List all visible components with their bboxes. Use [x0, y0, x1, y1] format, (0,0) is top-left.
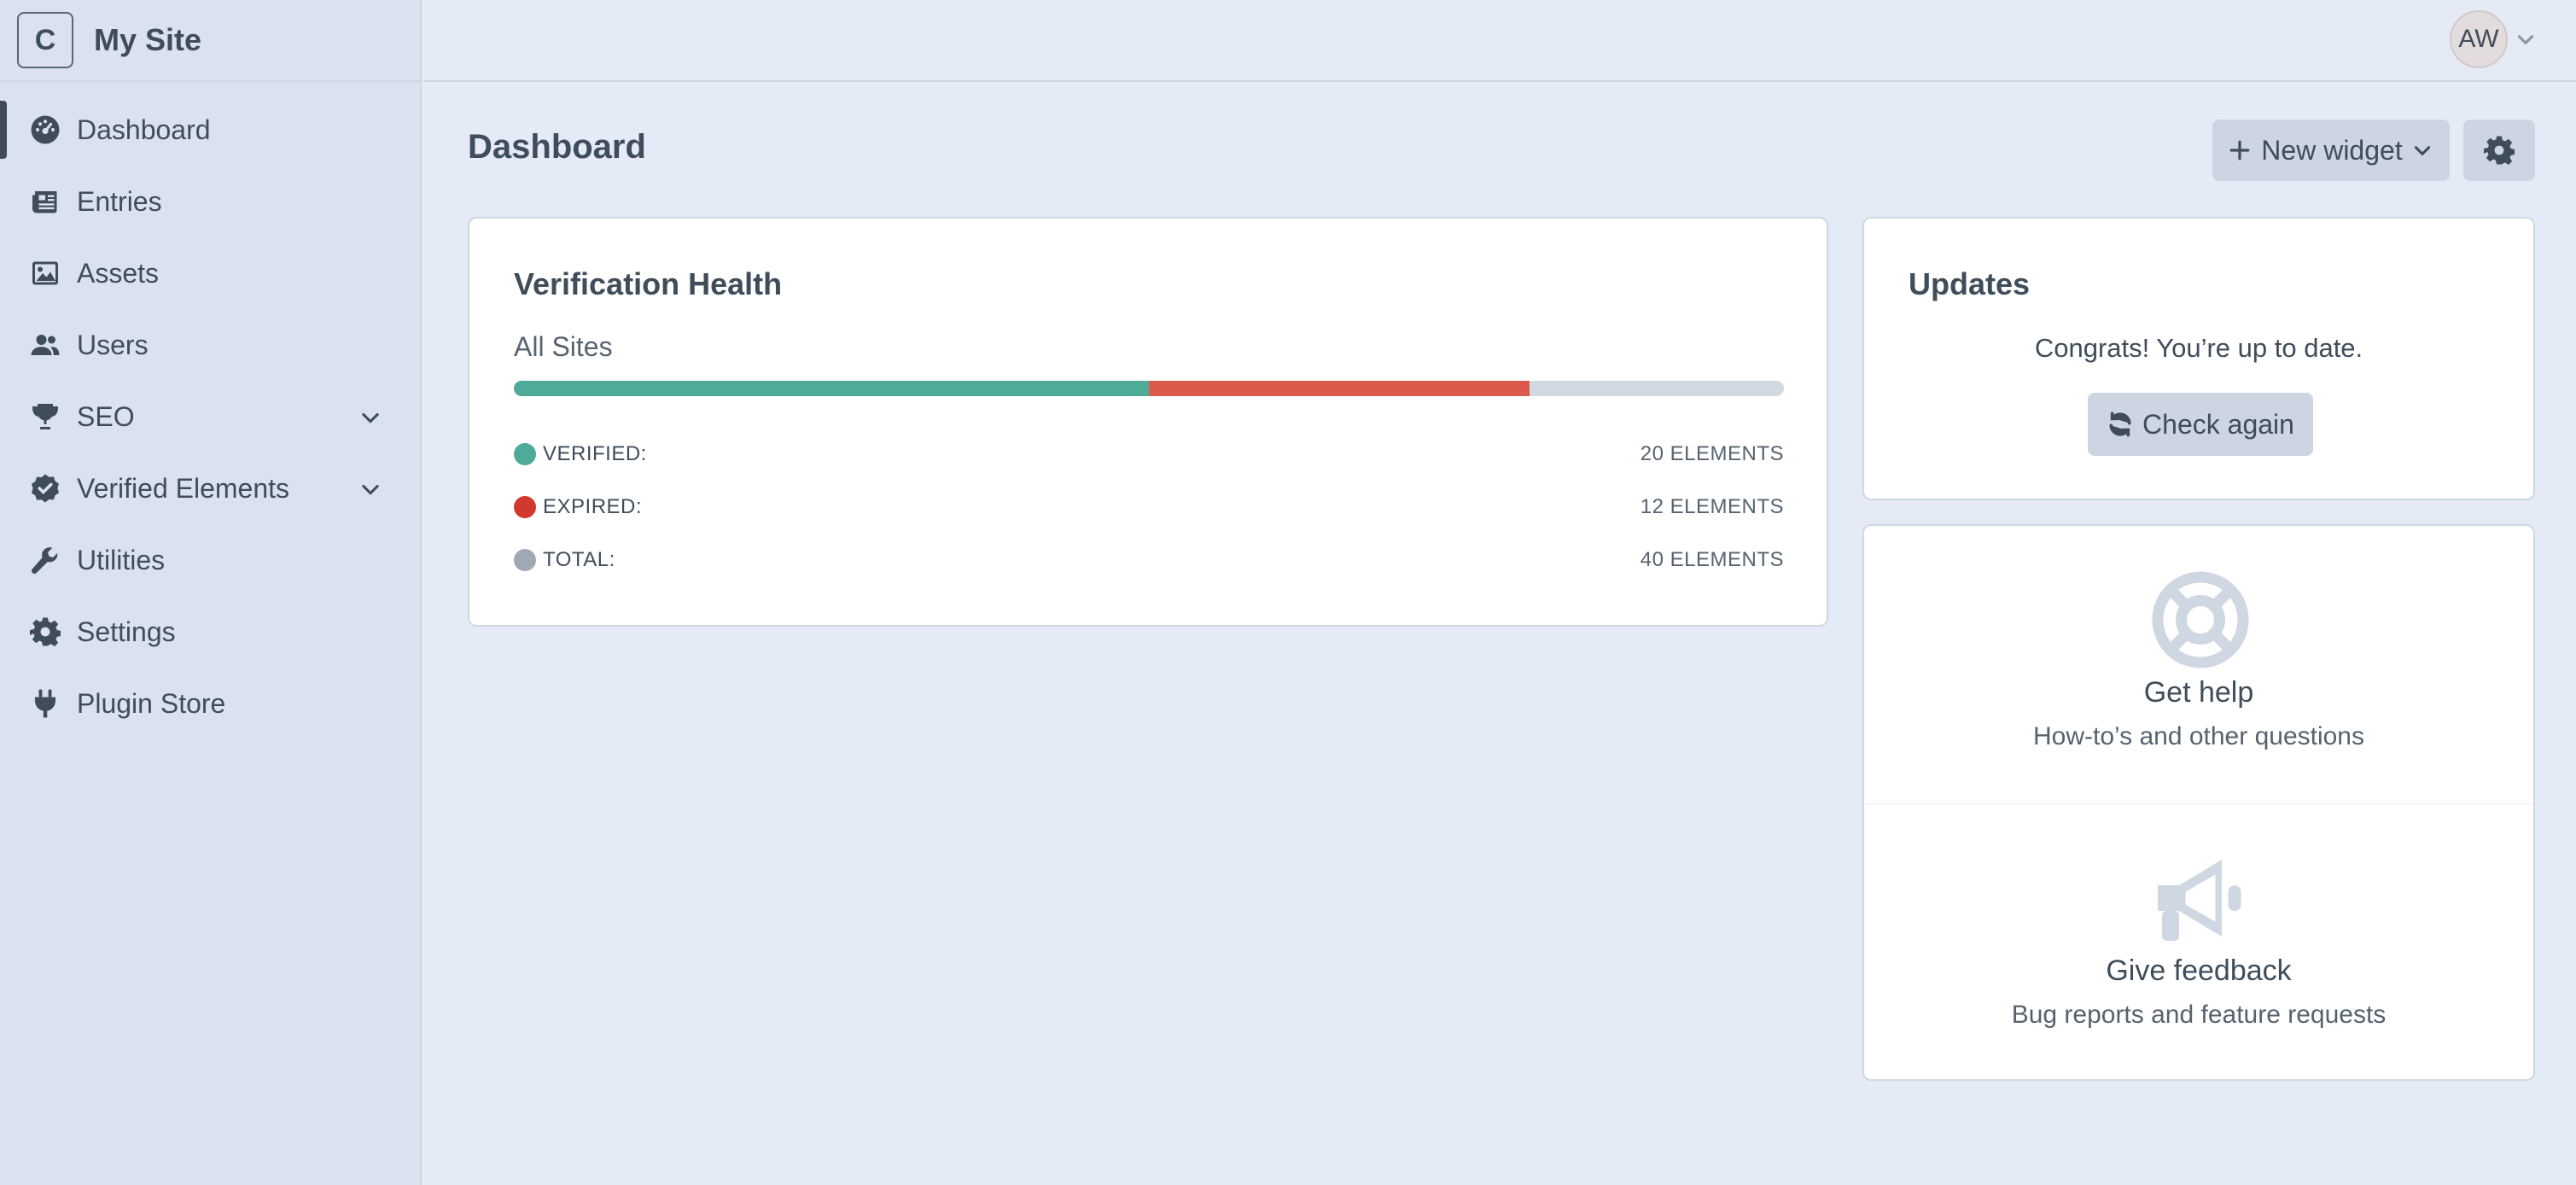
- sidebar-item-label: Settings: [77, 616, 176, 647]
- sidebar-item-label: Utilities: [77, 544, 166, 575]
- dashboard-gauge-icon: [29, 114, 61, 146]
- megaphone-icon: [2158, 860, 2241, 941]
- sidebar-item-label: Assets: [77, 257, 160, 289]
- sidebar-item-label: SEO: [77, 400, 135, 432]
- sidebar: C My Site Dashboard Entries Assets Users…: [0, 0, 422, 1185]
- site-header: C My Site: [0, 0, 420, 82]
- sidebar-item-dashboard[interactable]: Dashboard: [0, 94, 420, 166]
- stat-value: 20 ELEMENTS: [1640, 442, 1784, 465]
- newspaper-icon: [29, 185, 61, 218]
- page-title: Dashboard: [468, 128, 646, 166]
- progress-segment-expired: [1149, 381, 1530, 396]
- image-icon: [29, 257, 61, 289]
- stat-row-total: TOTAL: 40 ELEMENTS: [514, 543, 1784, 577]
- check-again-label: Check again: [2142, 408, 2294, 440]
- users-icon: [29, 329, 61, 361]
- get-help-description: How-to’s and other questions: [2032, 722, 2364, 750]
- top-bar: AW: [423, 0, 2576, 82]
- craft-support-widget: Get help How-to’s and other questions Gi…: [1862, 524, 2535, 1081]
- main-nav: Dashboard Entries Assets Users SEO Verif…: [0, 82, 420, 739]
- dashboard-settings-button[interactable]: [2463, 120, 2535, 181]
- progress-segment-verified: [514, 381, 1149, 396]
- trophy-icon: [29, 400, 61, 433]
- stat-row-verified: VERIFIED: 20 ELEMENTS: [514, 437, 1784, 471]
- give-feedback-description: Bug reports and feature requests: [2011, 1001, 2387, 1029]
- sidebar-item-label: Plugin Store: [77, 687, 226, 719]
- updates-message: Congrats! You’re up to date.: [2034, 333, 2363, 363]
- status-dot-verified: [514, 443, 536, 465]
- sidebar-item-utilities[interactable]: Utilities: [0, 524, 420, 596]
- stat-label: TOTAL:: [543, 548, 615, 571]
- wrench-icon: [29, 544, 61, 576]
- sidebar-item-plugin-store[interactable]: Plugin Store: [0, 668, 420, 739]
- check-again-button[interactable]: Check again: [2088, 393, 2313, 456]
- chevron-down-icon[interactable]: [358, 405, 382, 429]
- site-logo[interactable]: C: [17, 12, 73, 68]
- sidebar-item-entries[interactable]: Entries: [0, 166, 420, 237]
- new-widget-button[interactable]: New widget: [2212, 120, 2450, 181]
- sidebar-item-seo[interactable]: SEO: [0, 381, 420, 452]
- widget-title: Updates: [1909, 266, 2031, 301]
- widget-title: Verification Health: [514, 266, 783, 301]
- verification-progress-bar: [514, 381, 1784, 396]
- chevron-down-icon: [2414, 146, 2430, 156]
- check-circle-icon: [29, 472, 61, 505]
- chevron-down-icon[interactable]: [358, 476, 382, 500]
- widget-subtitle: All Sites: [514, 331, 613, 362]
- gear-icon: [2484, 136, 2515, 166]
- stat-row-expired: EXPIRED: 12 ELEMENTS: [514, 490, 1784, 524]
- plus-icon: [2229, 140, 2250, 161]
- plug-icon: [29, 687, 61, 720]
- stat-value: 12 ELEMENTS: [1640, 495, 1784, 518]
- updates-widget: Updates Congrats! You’re up to date. Che…: [1862, 217, 2535, 500]
- get-help-link[interactable]: Get help How-to’s and other questions: [1864, 526, 2533, 804]
- give-feedback-link[interactable]: Give feedback Bug reports and feature re…: [1864, 804, 2533, 1079]
- user-menu[interactable]: AW: [2450, 10, 2537, 68]
- chevron-down-icon[interactable]: [2515, 28, 2537, 50]
- new-widget-label: New widget: [2261, 134, 2403, 166]
- refresh-icon: [2109, 412, 2131, 437]
- sidebar-item-settings[interactable]: Settings: [0, 596, 420, 668]
- sidebar-item-label: Dashboard: [77, 114, 211, 145]
- site-name[interactable]: My Site: [94, 22, 201, 58]
- stat-label: EXPIRED:: [543, 495, 643, 518]
- sidebar-item-assets[interactable]: Assets: [0, 237, 420, 309]
- get-help-title: Get help: [2143, 676, 2254, 709]
- gear-icon: [29, 616, 61, 648]
- avatar[interactable]: AW: [2450, 10, 2508, 68]
- give-feedback-title: Give feedback: [2106, 954, 2292, 987]
- stat-label: VERIFIED:: [543, 442, 647, 465]
- sidebar-item-users[interactable]: Users: [0, 309, 420, 381]
- sidebar-item-label: Users: [77, 329, 149, 360]
- sidebar-item-label: Entries: [77, 185, 162, 217]
- life-ring-icon: [2152, 571, 2249, 668]
- stat-value: 40 ELEMENTS: [1640, 548, 1784, 571]
- status-dot-total: [514, 549, 536, 571]
- sidebar-item-label: Verified Elements: [77, 472, 290, 504]
- verification-health-widget: Verification Health All Sites VERIFIED: …: [468, 217, 1828, 627]
- status-dot-expired: [514, 496, 536, 518]
- sidebar-item-verified-elements[interactable]: Verified Elements: [0, 452, 420, 524]
